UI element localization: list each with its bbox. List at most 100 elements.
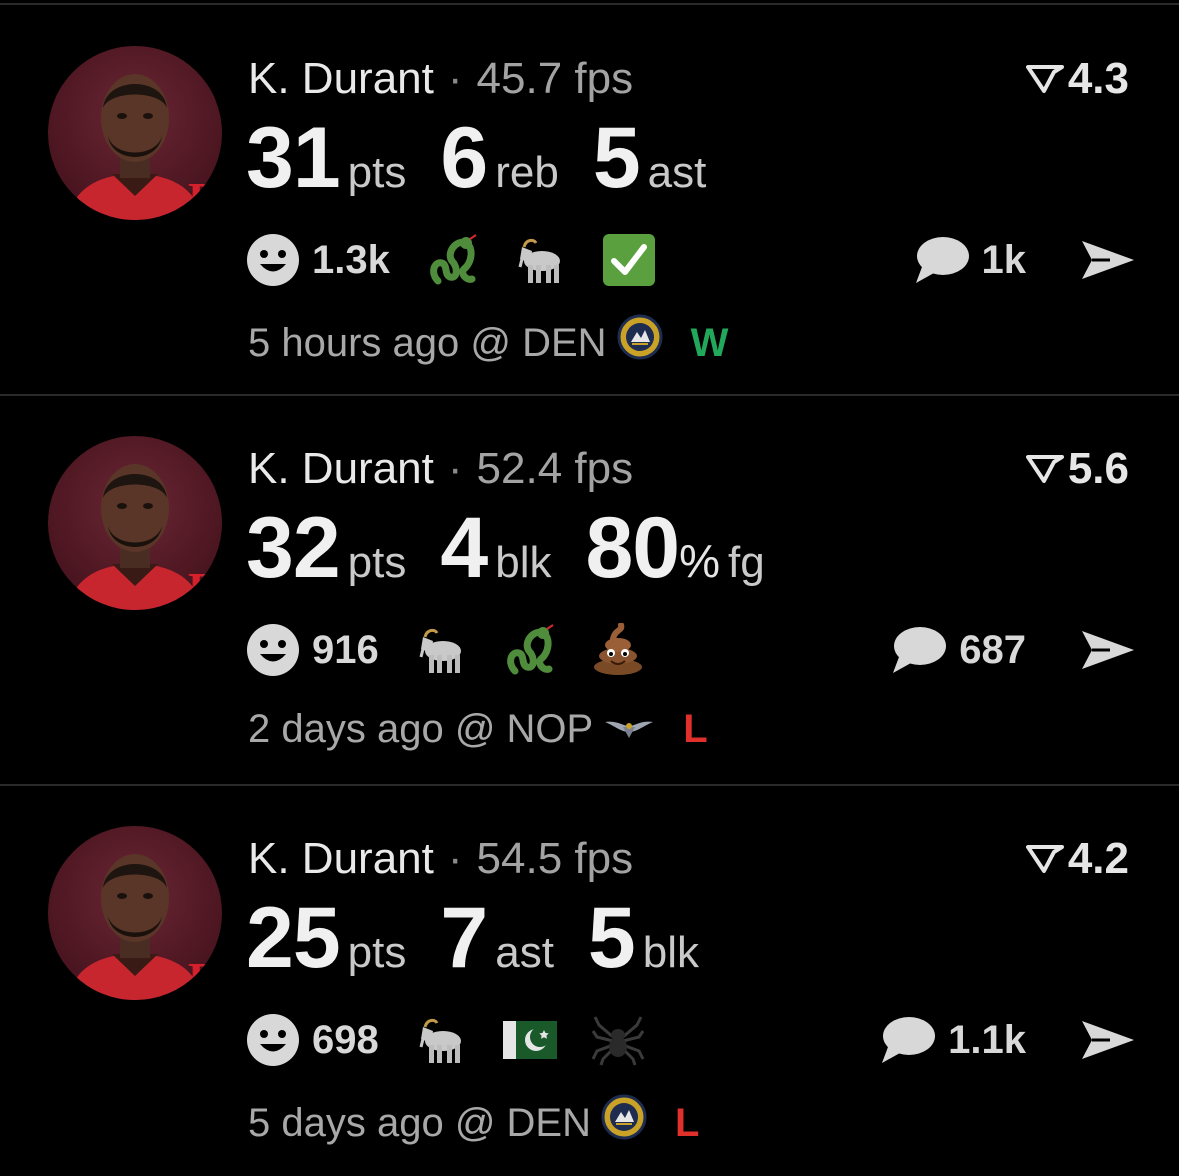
reaction-count: 698 (312, 1017, 379, 1062)
reaction-count: 916 (312, 627, 379, 672)
spider-icon[interactable] (591, 1013, 645, 1067)
game-meta: 2 days ago @ NOP L (248, 704, 708, 754)
stat-line: 25 pts 7 ast 5 blk (246, 890, 733, 986)
snake-icon[interactable] (503, 623, 557, 677)
goat-icon[interactable] (415, 1013, 469, 1067)
stat-unit: ast (495, 928, 554, 977)
game-card[interactable]: R K. Durant · 45.7 fps 4.3 31 pts 6 reb 5 ast 1.3k… (0, 6, 1179, 396)
comment-icon[interactable] (889, 625, 947, 675)
comment-count[interactable]: 687 (959, 628, 1026, 673)
share-icon[interactable] (1080, 1017, 1136, 1063)
stat-percent-sign: % (679, 535, 721, 587)
rating-value: 4.2 (1067, 834, 1129, 883)
separator-dot: · (447, 834, 463, 883)
player-avatar[interactable]: R (48, 826, 222, 1000)
comment-count[interactable]: 1k (982, 238, 1027, 283)
share-icon[interactable] (1080, 237, 1136, 283)
comment-icon[interactable] (912, 235, 970, 285)
stat-item: 80% fg (585, 500, 764, 596)
stat-unit: pts (347, 148, 407, 197)
stat-value: 5 (592, 110, 641, 206)
player-avatar[interactable]: R (48, 46, 222, 220)
game-time-opponent[interactable]: 2 days ago @ NOP (248, 704, 593, 754)
svg-text:R: R (188, 953, 222, 1000)
pakistan-flag-icon[interactable] (502, 1013, 557, 1067)
goat-icon[interactable] (514, 233, 568, 287)
game-meta: 5 hours ago @ DEN W (248, 314, 728, 372)
game-card[interactable]: R K. Durant · 52.4 fps 5.6 32 pts 4 blk 80% fg 916… (0, 396, 1179, 786)
stat-value: 4 (440, 500, 488, 596)
stat-item: 31 pts (246, 110, 406, 206)
comment-count[interactable]: 1.1k (948, 1018, 1026, 1063)
smiley-reaction-icon[interactable] (246, 233, 300, 287)
stat-value: 5 (587, 890, 636, 986)
rating-value: 4.3 (1067, 54, 1129, 103)
stat-unit: pts (347, 928, 407, 977)
stat-unit: blk (642, 928, 700, 977)
reactions: 698 (246, 1010, 679, 1070)
comment-icon[interactable] (878, 1015, 936, 1065)
stat-value: 80 (585, 500, 680, 596)
stat-value: 32 (246, 500, 341, 596)
stat-value: 25 (246, 890, 341, 986)
rating-badge[interactable]: 4.3 (1025, 52, 1129, 108)
smiley-reaction-icon[interactable] (246, 1013, 300, 1067)
stat-unit: ast (647, 148, 707, 197)
check-mark-icon[interactable] (602, 233, 656, 287)
game-result: W (690, 321, 729, 365)
reactions-bar: 916 687 (246, 620, 1136, 680)
player-avatar[interactable]: R (48, 436, 222, 610)
svg-text:R: R (188, 173, 222, 220)
game-card[interactable]: R K. Durant · 54.5 fps 4.2 25 pts 7 ast 5 blk 698 1… (0, 786, 1179, 1176)
player-name[interactable]: K. Durant (248, 54, 434, 103)
stat-value: 7 (440, 890, 488, 986)
game-meta: 5 days ago @ DEN L (248, 1094, 699, 1152)
actions: 687 (889, 620, 1136, 680)
stat-item: 4 blk (440, 500, 551, 596)
stat-item: 6 reb (440, 110, 558, 206)
stat-value: 6 (440, 110, 488, 206)
game-time-opponent[interactable]: 5 days ago @ DEN (248, 1098, 591, 1148)
nuggets-logo-icon (601, 1094, 647, 1152)
fantasy-points: 45.7 fps (476, 54, 634, 103)
share-icon[interactable] (1080, 627, 1136, 673)
rating-badge[interactable]: 5.6 (1025, 442, 1129, 498)
separator-dot: · (447, 444, 463, 493)
svg-text:R: R (188, 563, 222, 610)
stat-item: 32 pts (246, 500, 406, 596)
game-result: L (683, 707, 708, 751)
stat-value: 31 (246, 110, 341, 206)
rating-badge[interactable]: 4.2 (1025, 832, 1129, 888)
stat-unit: reb (495, 148, 559, 197)
rating-value: 5.6 (1067, 444, 1129, 493)
stat-unit: blk (495, 538, 552, 587)
player-header: K. Durant · 54.5 fps (248, 832, 633, 886)
stat-unit: fg (728, 538, 765, 587)
fantasy-points: 54.5 fps (476, 834, 634, 883)
reactions: 1.3k (246, 230, 690, 290)
goat-icon[interactable] (415, 623, 469, 677)
player-header: K. Durant · 45.7 fps (248, 52, 633, 106)
stat-item: 5 blk (588, 890, 699, 986)
stat-item: 5 ast (593, 110, 707, 206)
game-result: L (675, 1101, 700, 1145)
stat-line: 32 pts 4 blk 80% fg (246, 500, 799, 596)
stat-item: 7 ast (440, 890, 554, 986)
player-name[interactable]: K. Durant (248, 444, 434, 493)
nuggets-logo-icon (617, 314, 663, 372)
reaction-count: 1.3k (312, 237, 390, 282)
poop-icon[interactable] (591, 622, 645, 677)
player-name[interactable]: K. Durant (248, 834, 434, 883)
reactions-bar: 698 1.1k (246, 1010, 1136, 1070)
game-time-opponent[interactable]: 5 hours ago @ DEN (248, 318, 607, 368)
stat-item: 25 pts (246, 890, 406, 986)
player-header: K. Durant · 52.4 fps (248, 442, 633, 496)
smiley-reaction-icon[interactable] (246, 623, 300, 677)
rating-flag-icon (1025, 444, 1064, 498)
actions: 1k (912, 230, 1137, 290)
snake-icon[interactable] (426, 233, 480, 287)
reactions-bar: 1.3k 1k (246, 230, 1136, 290)
separator-dot: · (447, 54, 463, 103)
pelicans-logo-icon (603, 704, 655, 754)
reactions: 916 (246, 620, 679, 680)
